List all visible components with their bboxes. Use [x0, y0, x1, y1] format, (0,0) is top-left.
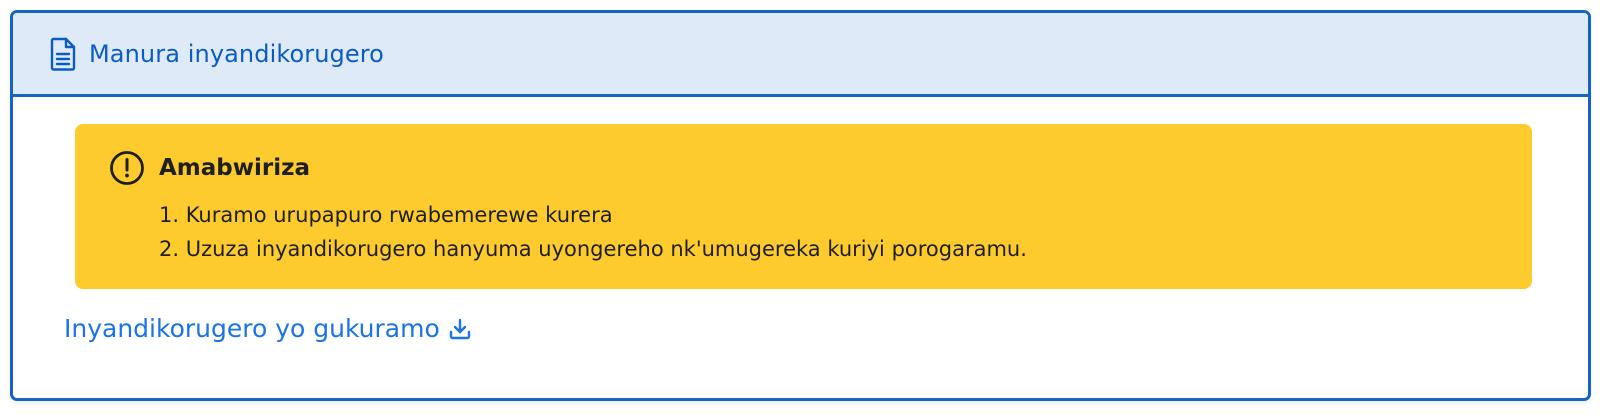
instructions-alert: Amabwiriza 1. Kuramo urupapuro rwabemere… — [75, 124, 1532, 289]
exclamation-circle-icon — [109, 150, 145, 186]
instruction-item: 2. Uzuza inyandikorugero hanyuma uyonger… — [159, 237, 1027, 261]
panel-header: Manura inyandikorugero — [13, 13, 1588, 97]
alert-heading: Amabwiriza — [109, 150, 1532, 186]
download-icon — [448, 317, 472, 341]
alert-title: Amabwiriza — [159, 155, 311, 181]
instruction-item: 1. Kuramo urupapuro rwabemerewe kurera — [159, 203, 613, 227]
panel-title: Manura inyandikorugero — [89, 39, 384, 68]
download-template-link[interactable]: Inyandikorugero yo gukuramo — [64, 314, 472, 343]
download-link-label: Inyandikorugero yo gukuramo — [64, 314, 440, 343]
document-icon — [49, 37, 77, 71]
template-panel: Manura inyandikorugero Amabwiriza 1. Kur… — [10, 10, 1591, 401]
instructions-list: 1. Kuramo urupapuro rwabemerewe kurera 2… — [159, 198, 1532, 266]
